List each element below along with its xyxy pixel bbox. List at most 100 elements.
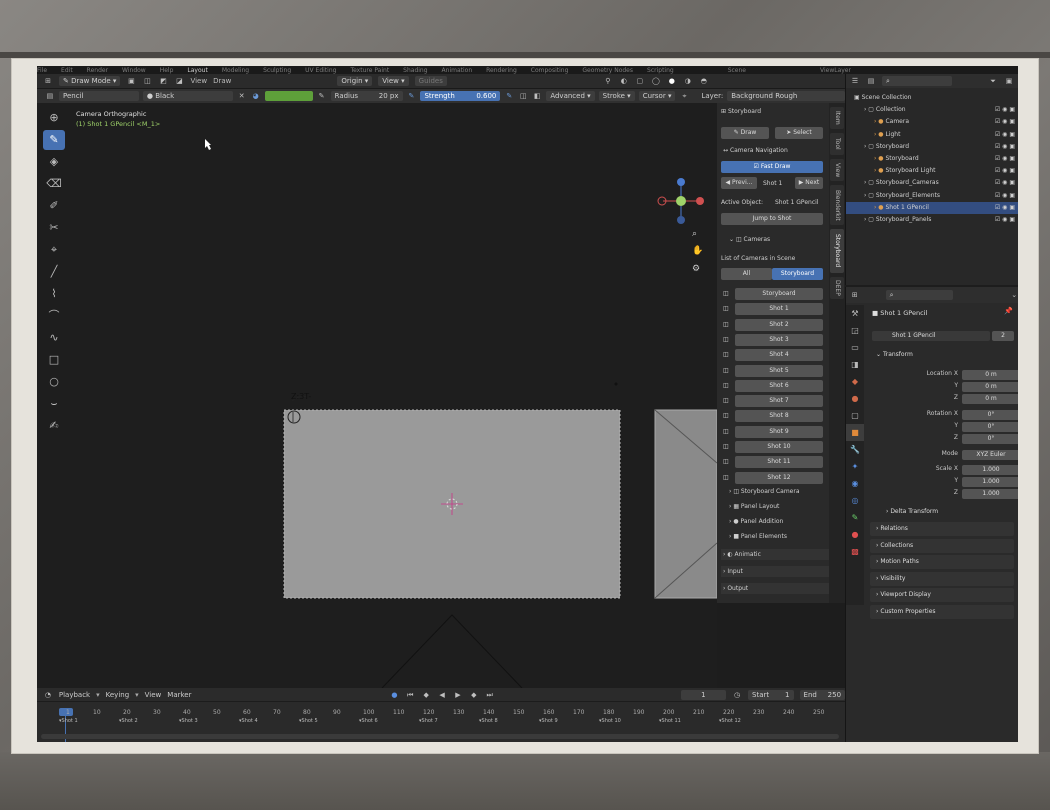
menu-draw[interactable]: Draw [213,77,231,85]
gizmo-icon[interactable]: ⚲ [603,76,613,86]
eyedropper-tool-icon[interactable]: ⌖ [43,240,65,260]
shading-wireframe-icon[interactable]: ◯ [651,76,661,86]
eyedropper-icon[interactable]: ✎ [317,91,327,101]
fast-draw-toggle[interactable]: ☑ Fast Draw [721,161,823,173]
filter-icon[interactable]: ⏷ [988,76,998,86]
camera-shot-button[interactable]: Storyboard [735,288,823,300]
view-menu[interactable]: View [145,691,162,699]
tab-tool[interactable]: Tool [830,133,844,155]
timeline-marker[interactable]: ▾Shot 5 [299,718,318,724]
outliner-row[interactable]: ▣ Scene Collection [846,92,1018,104]
chevron-down-icon[interactable]: ⌄ [1009,290,1018,300]
camera-shot-button[interactable]: Shot 3 [735,333,823,346]
draw-tool-icon[interactable]: ✎ [43,130,65,150]
output-props-icon[interactable]: ▭ [846,339,864,356]
pan-hand-icon[interactable]: ✋ [692,246,703,256]
polyline-tool-icon[interactable]: ⌇ [43,284,65,304]
outliner-type-icon[interactable]: ☰ [850,76,860,86]
rotation-z-field[interactable]: 0° [962,434,1018,444]
xray-icon[interactable]: ▢ [635,76,645,86]
outliner-row[interactable]: › ● Storyboard ☑ ◉ ▣ [846,153,1018,165]
play-icon[interactable]: ▶ [453,690,463,700]
tab-deep[interactable]: DEEP [830,277,844,299]
outliner-row[interactable]: › ● Light ☑ ◉ ▣ [846,129,1018,141]
camera-shot-button[interactable]: Shot 12 [735,471,823,484]
subpanel-panel-layout[interactable]: › ▦ Panel Layout [729,503,779,510]
tab-animation[interactable]: Animation [442,67,473,74]
display-mode-icon[interactable]: ▤ [866,76,876,86]
timeline-marker[interactable]: ▾Shot 6 [359,718,378,724]
strength-field[interactable]: Strength 0.600 [420,91,501,101]
physics-props-icon[interactable]: ◉ [846,475,864,492]
tab-shading[interactable]: Shading [403,67,427,74]
marker-menu[interactable]: Marker [167,691,191,699]
visibility-eye-icon[interactable]: ☑ ◉ ▣ [995,202,1015,214]
camera-shot-button[interactable]: Shot 9 [735,425,823,438]
effects-props-icon[interactable]: ✦ [846,458,864,475]
properties-type-icon[interactable]: ⊞ [850,290,860,300]
animatic-panel[interactable]: › ◐ Animatic [721,549,829,560]
location-z-field[interactable]: 0 m [962,394,1018,404]
cutter-tool-icon[interactable]: ✂ [43,218,65,238]
timeline-marker[interactable]: ▾Shot 9 [539,718,558,724]
visibility-eye-icon[interactable]: ☑ ◉ ▣ [995,116,1015,128]
fill-icon[interactable]: ◧ [532,91,542,101]
3d-viewport[interactable]: Camera Orthographic (1) Shot 1 GPencil <… [37,103,717,688]
camera-shot-button[interactable]: Shot 10 [735,441,823,453]
camera-shot-button[interactable]: Shot 11 [735,456,823,469]
subpanel-storyboard-camera[interactable]: › ◫ Storyboard Camera [729,488,800,495]
camera-shot-button[interactable]: Shot 4 [735,349,823,362]
curve-tool-icon[interactable]: ∿ [43,328,65,348]
view-dropdown[interactable]: View ▾ [378,76,409,86]
tab-storyboard[interactable]: Storyboard [830,229,844,273]
menu-render[interactable]: Render [87,67,108,74]
prev-key-icon[interactable]: ◆ [421,690,431,700]
fill-tool-icon[interactable]: ◈ [43,152,65,172]
scene-selector[interactable]: Scene [728,67,746,74]
tint-tool-icon[interactable]: ✐ [43,196,65,216]
jump-to-shot-button[interactable]: Jump to Shot [721,213,823,225]
origin-dropdown[interactable]: Origin ▾ [337,76,373,86]
visibility-eye-icon[interactable]: ☑ ◉ ▣ [995,141,1015,153]
color-swatch[interactable] [264,91,313,101]
timeline-marker[interactable]: ▾Shot 1 [59,718,78,724]
timeline-marker[interactable]: ▾Shot 8 [479,718,498,724]
mode-selector[interactable]: ✎ Draw Mode ▾ [59,76,121,86]
camera-shot-button[interactable]: Shot 8 [735,410,823,423]
property-section-header[interactable]: › Custom Properties [870,604,1014,619]
zoom-icon[interactable]: ⌕ [692,229,697,239]
timeline-scrollbar[interactable] [41,734,839,739]
timeline-editor-icon[interactable]: ◔ [43,690,53,700]
shading-material-icon[interactable]: ◑ [683,76,693,86]
arc-tool-icon[interactable]: ⌒ [43,306,65,326]
viewlayer-selector[interactable]: ViewLayer [820,67,851,74]
rotation-y-field[interactable]: 0° [962,422,1018,432]
tool-props-icon[interactable]: ⚒ [846,305,864,322]
snap-icon[interactable]: ⌖ [679,91,689,101]
select-box-icon[interactable]: ▣ [126,76,136,86]
texture-props-icon[interactable]: ▩ [846,543,864,560]
render-props-icon[interactable]: ◲ [846,322,864,339]
subpanel-panel-elements[interactable]: › ■ Panel Elements [729,533,787,540]
outliner-row[interactable]: › ▢ Storyboard_Cameras ☑ ◉ ▣ [846,177,1018,189]
record-icon[interactable]: ● [389,690,399,700]
outliner-row[interactable]: › ● Camera ☑ ◉ ▣ [846,116,1018,128]
stroke-dropdown[interactable]: Stroke ▾ [598,91,635,101]
color-mode-icon[interactable]: ◕ [251,91,261,101]
timeline-marker[interactable]: ▾Shot 12 [719,718,741,724]
data-props-icon[interactable]: ✎ [846,509,864,526]
overlay-icon[interactable]: ◐ [619,76,629,86]
next-key-icon[interactable]: ◆ [469,690,479,700]
filter-storyboard-button[interactable]: Storyboard [772,268,823,280]
property-section-header[interactable]: › Collections [870,538,1014,553]
camera-shot-button[interactable]: Shot 1 [735,303,823,316]
menu-window[interactable]: Window [122,67,146,74]
property-section-header[interactable]: › Viewport Display [870,588,1014,602]
guides-dropdown[interactable]: Guides [414,76,447,86]
box-tool-icon[interactable]: □ [43,350,65,370]
outliner-row[interactable]: › ▢ Collection ☑ ◉ ▣ [846,104,1018,116]
camera-shot-button[interactable]: Shot 2 [735,318,823,331]
start-frame-field[interactable]: Start 1 [748,689,794,700]
rotation-mode-dropdown[interactable]: XYZ Euler [962,450,1018,460]
transform-panel[interactable]: ⌄ Transform [870,348,1014,362]
